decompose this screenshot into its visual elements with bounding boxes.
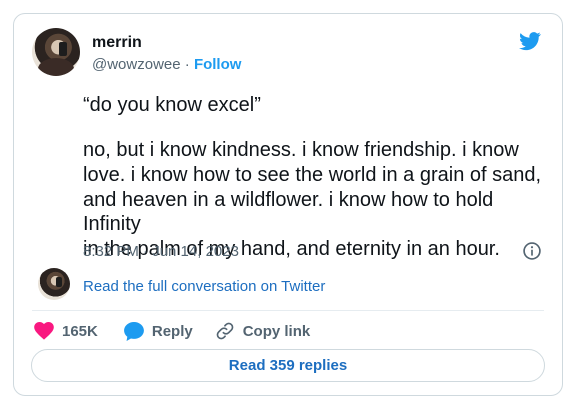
read-replies-label: Read 359 replies (228, 357, 348, 374)
user-handle[interactable]: @wowzowee (92, 56, 181, 73)
copy-link-button[interactable]: Copy link (215, 321, 311, 341)
avatar[interactable] (32, 28, 80, 76)
tweet-line: love. i know how to see the world in a g… (83, 163, 542, 186)
separator-dot: · (184, 56, 190, 73)
avatar-phone (56, 277, 62, 287)
reply-label: Reply (151, 322, 193, 340)
heart-icon (34, 322, 54, 340)
follow-button[interactable]: Follow (194, 56, 242, 73)
reply-button[interactable]: Reply (123, 321, 193, 341)
twitter-bird-icon[interactable] (518, 30, 542, 52)
tweet-line: and heaven in a wildflower. i know how t… (83, 188, 494, 236)
like-count: 165K (62, 322, 98, 340)
link-icon (216, 322, 234, 340)
tweet-embed-card: merrin @wowzowee · Follow “do you know e… (13, 13, 563, 396)
user-display-name[interactable]: merrin (92, 34, 142, 52)
read-full-conversation-link[interactable]: Read the full conversation on Twitter (83, 278, 325, 295)
tweet-quote: “do you know excel” (83, 94, 261, 116)
tweet-timestamp[interactable]: 8:32 PM · Jun 14, 2023 (83, 243, 239, 260)
copy-link-label: Copy link (242, 322, 311, 340)
tweet-line: no, but i know kindness. i know friendsh… (83, 139, 519, 161)
info-icon[interactable] (522, 241, 542, 261)
reply-bubble-icon (123, 321, 144, 341)
avatar-phone (59, 42, 67, 56)
read-replies-button[interactable]: Read 359 replies (31, 349, 545, 382)
divider (32, 310, 544, 311)
handle-row: @wowzowee · Follow (92, 56, 241, 73)
action-bar: 165K Reply Copy link (34, 320, 310, 342)
like-button[interactable]: 165K (34, 322, 98, 340)
avatar-small[interactable] (38, 268, 70, 300)
avatar-shirt (38, 58, 74, 76)
